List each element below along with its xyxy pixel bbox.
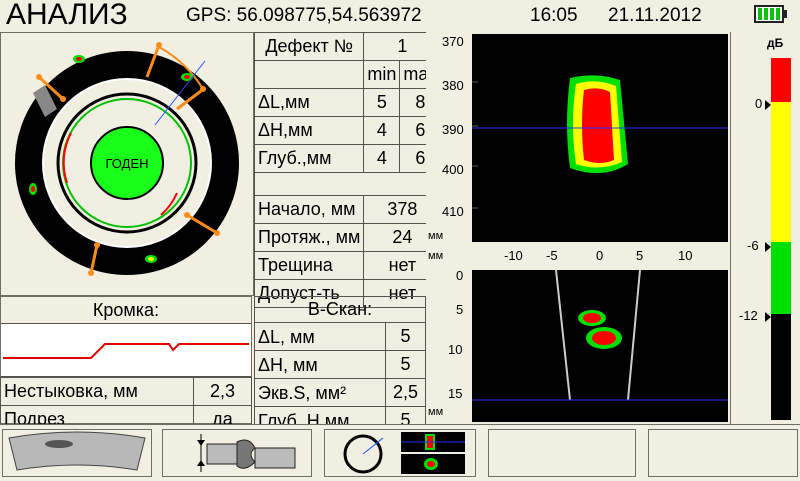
bscan-row-label: ΔL, мм bbox=[254, 322, 386, 351]
y-tick-label: 400 bbox=[442, 162, 464, 177]
ring-scan-icon bbox=[343, 432, 465, 474]
weld-joint-icon bbox=[197, 434, 296, 472]
row-min: 4 bbox=[363, 116, 401, 145]
db-scale-panel: дБ 0 -6 -12 bbox=[730, 32, 800, 424]
bscan-table: B-Скан: ΔL, мм 5 ΔH, мм 5 Экв.S, мм² 2,5… bbox=[254, 296, 426, 435]
min-header: min bbox=[363, 60, 401, 89]
battery-icon bbox=[754, 5, 784, 23]
info-label: Трещина bbox=[253, 251, 365, 280]
db-tick-marker bbox=[765, 312, 771, 322]
info-label: Протяж., мм bbox=[253, 223, 365, 252]
db-tick-label: 0 bbox=[755, 96, 763, 111]
empty-button-4[interactable] bbox=[488, 429, 636, 477]
clock-time: 16:05 bbox=[530, 5, 578, 26]
y-unit-label: мм bbox=[428, 230, 444, 242]
bscan-panel: B-Скан: ΔL, мм 5 ΔH, мм 5 Экв.S, мм² 2,5… bbox=[254, 296, 426, 435]
empty-button-5[interactable] bbox=[648, 429, 798, 477]
app-title: АНАЛИЗ bbox=[6, 0, 128, 31]
defect-table: Дефект № 1 min max ΔL,мм 5 8 ΔH,мм 4 6 Г… bbox=[253, 32, 442, 308]
bscan-title: B-Скан: bbox=[254, 296, 426, 323]
y-tick-label: 15 bbox=[448, 386, 463, 401]
top-scan-panel: 370 380 390 400 410 мм bbox=[426, 32, 730, 264]
pipe-view-button[interactable] bbox=[2, 429, 152, 477]
battery-tip bbox=[784, 10, 787, 18]
scan-view-button[interactable] bbox=[324, 429, 476, 477]
db-tick-marker bbox=[765, 100, 771, 110]
bscan-row-value: 5 bbox=[385, 322, 426, 351]
x-tick-label: -5 bbox=[546, 248, 558, 263]
bottom-toolbar bbox=[0, 424, 800, 480]
pipe-arc-icon bbox=[8, 431, 146, 471]
y-tick-label: 410 bbox=[442, 204, 464, 219]
gps-coordinates: GPS: 56.098775,54.563972 bbox=[186, 5, 422, 26]
row-label: ΔH,мм bbox=[253, 116, 365, 145]
x-tick-label: 5 bbox=[636, 248, 644, 263]
row-min: 5 bbox=[363, 88, 401, 117]
db-tick-label: -6 bbox=[747, 238, 759, 253]
edge-profile bbox=[1, 324, 251, 377]
edge-row-value: 2,3 bbox=[193, 377, 252, 406]
top-scan-plot bbox=[472, 75, 728, 209]
weld-ring-diagram[interactable]: ГОДЕН bbox=[1, 33, 253, 295]
weld-ring-panel: ГОДЕН bbox=[0, 32, 254, 296]
db-color-scale[interactable] bbox=[771, 58, 791, 420]
x-axis: мм -10 -5 0 5 10 bbox=[426, 246, 730, 268]
x-tick-label: -10 bbox=[504, 248, 523, 263]
db-tick-marker bbox=[765, 242, 771, 252]
y-unit-label: мм bbox=[428, 406, 444, 418]
y-tick-label: 390 bbox=[442, 122, 464, 137]
clock-date: 21.11.2012 bbox=[608, 5, 702, 26]
top-scan-image[interactable] bbox=[472, 34, 728, 242]
bscan-row-value: 2,5 bbox=[385, 378, 426, 407]
bottom-scan-plot bbox=[472, 269, 728, 401]
edge-profile-graph bbox=[3, 343, 249, 359]
edge-profile-button[interactable] bbox=[162, 429, 312, 477]
y-tick-label: 370 bbox=[442, 34, 464, 49]
defect-label: Дефект № bbox=[253, 32, 365, 61]
row-label: Глуб.,мм bbox=[253, 144, 365, 173]
y-tick-label: 10 bbox=[448, 342, 463, 357]
info-label: Начало, мм bbox=[253, 195, 365, 224]
x-tick-label: 0 bbox=[596, 248, 604, 263]
db-tick-label: -12 bbox=[739, 308, 758, 323]
y-tick-label: 380 bbox=[442, 78, 464, 93]
edge-row-label: Нестыковка, мм bbox=[0, 377, 194, 406]
db-unit-label: дБ bbox=[767, 36, 784, 50]
edge-title: Кромка: bbox=[1, 297, 251, 324]
bscan-row-value: 5 bbox=[385, 350, 426, 379]
defect-table-panel: Дефект № 1 min max ΔL,мм 5 8 ΔH,мм 4 6 Г… bbox=[253, 32, 442, 308]
y-tick-label: 5 bbox=[456, 302, 464, 317]
bottom-scan-image[interactable] bbox=[472, 269, 728, 422]
bottom-scan-panel: 0 5 10 15 мм bbox=[426, 268, 730, 424]
status-bar: АНАЛИЗ GPS: 56.098775,54.563972 16:05 21… bbox=[0, 0, 800, 33]
row-label: ΔL,мм bbox=[253, 88, 365, 117]
x-unit-label: мм bbox=[428, 250, 444, 262]
row-min: 4 bbox=[363, 144, 401, 173]
bscan-row-label: Экв.S, мм² bbox=[254, 378, 386, 407]
status-label: ГОДЕН bbox=[106, 156, 149, 171]
edge-panel: Кромка: Нестыковка, мм 2,3 Подрез да bbox=[0, 296, 252, 434]
bscan-row-label: ΔH, мм bbox=[254, 350, 386, 379]
y-tick-label: 0 bbox=[456, 268, 464, 283]
x-tick-label: 10 bbox=[678, 248, 693, 263]
